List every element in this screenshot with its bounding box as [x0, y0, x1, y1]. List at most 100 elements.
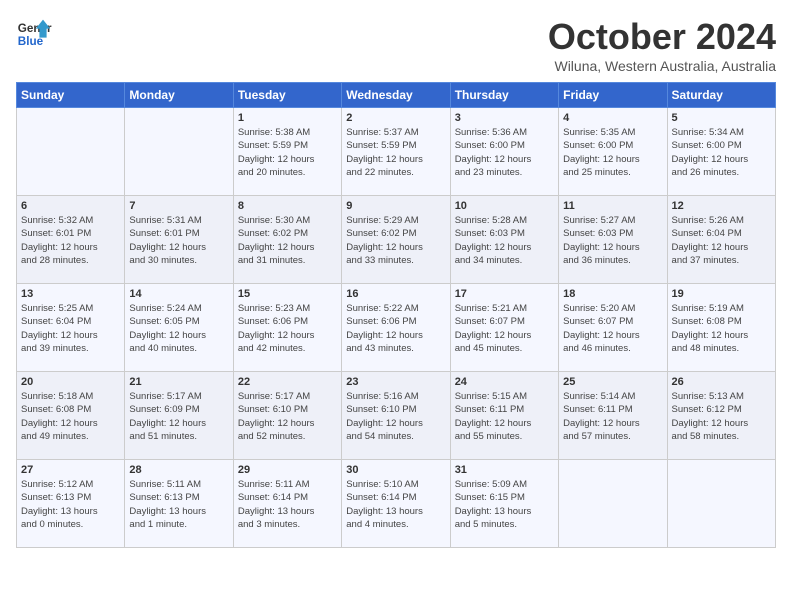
- calendar-cell: 20Sunrise: 5:18 AM Sunset: 6:08 PM Dayli…: [17, 372, 125, 460]
- col-header-tuesday: Tuesday: [233, 83, 341, 108]
- calendar-cell: 9 Sunrise: 5:29 AM Sunset: 6:02 PM Daylig…: [342, 196, 450, 284]
- day-number: 27: [21, 464, 120, 476]
- day-number: 4: [563, 112, 662, 124]
- day-number: 18: [563, 288, 662, 300]
- day-info: Sunrise: 5:21 AM Sunset: 6:07 PM Dayligh…: [455, 302, 554, 355]
- day-number: 30: [346, 464, 445, 476]
- col-header-friday: Friday: [559, 83, 667, 108]
- calendar-week-row: 1 Sunrise: 5:38 AM Sunset: 5:59 PM Daylig…: [17, 108, 776, 196]
- day-number: 1: [238, 112, 337, 124]
- day-info: Sunrise: 5:17 AM Sunset: 6:10 PM Dayligh…: [238, 390, 337, 443]
- title-block: October 2024 Wiluna, Western Australia, …: [548, 16, 776, 74]
- calendar-cell: 7 Sunrise: 5:31 AM Sunset: 6:01 PM Daylig…: [125, 196, 233, 284]
- day-info: Sunrise: 5:19 AM Sunset: 6:08 PM Dayligh…: [672, 302, 771, 355]
- calendar-cell: 11 Sunrise: 5:27 AM Sunset: 6:03 PM Dayli…: [559, 196, 667, 284]
- calendar-cell: 30 Sunrise: 5:10 AM Sunset: 6:14 PM Dayli…: [342, 460, 450, 548]
- day-info: Sunrise: 5:10 AM Sunset: 6:14 PM Dayligh…: [346, 478, 445, 531]
- day-number: 7: [129, 200, 228, 212]
- col-header-sunday: Sunday: [17, 83, 125, 108]
- calendar-cell: 6 Sunrise: 5:32 AM Sunset: 6:01 PM Daylig…: [17, 196, 125, 284]
- col-header-wednesday: Wednesday: [342, 83, 450, 108]
- day-number: 10: [455, 200, 554, 212]
- location-subtitle: Wiluna, Western Australia, Australia: [548, 58, 776, 74]
- month-title: October 2024: [548, 16, 776, 58]
- day-info: Sunrise: 5:24 AM Sunset: 6:05 PM Dayligh…: [129, 302, 228, 355]
- day-number: 5: [672, 112, 771, 124]
- calendar-cell: 22 Sunrise: 5:17 AM Sunset: 6:10 PM Dayli…: [233, 372, 341, 460]
- day-number: 3: [455, 112, 554, 124]
- calendar-cell: 23 Sunrise: 5:16 AM Sunset: 6:10 PM Dayli…: [342, 372, 450, 460]
- day-number: 2: [346, 112, 445, 124]
- day-info: Sunrise: 5:16 AM Sunset: 6:10 PM Dayligh…: [346, 390, 445, 443]
- calendar-cell: 13 Sunrise: 5:25 AM Sunset: 6:04 PM Dayli…: [17, 284, 125, 372]
- col-header-monday: Monday: [125, 83, 233, 108]
- day-number: 21: [129, 376, 228, 388]
- calendar-cell: [559, 460, 667, 548]
- calendar-cell: 18 Sunrise: 5:20 AM Sunset: 6:07 PM Dayli…: [559, 284, 667, 372]
- day-info: Sunrise: 5:11 AM Sunset: 6:14 PM Dayligh…: [238, 478, 337, 531]
- day-number: 11: [563, 200, 662, 212]
- svg-text:General: General: [18, 22, 52, 35]
- day-info: Sunrise: 5:31 AM Sunset: 6:01 PM Dayligh…: [129, 214, 228, 267]
- day-info: Sunrise: 5:25 AM Sunset: 6:04 PM Dayligh…: [21, 302, 120, 355]
- day-number: 9: [346, 200, 445, 212]
- day-info: Sunrise: 5:30 AM Sunset: 6:02 PM Dayligh…: [238, 214, 337, 267]
- calendar-week-row: 6 Sunrise: 5:32 AM Sunset: 6:01 PM Daylig…: [17, 196, 776, 284]
- calendar-week-row: 27 Sunrise: 5:12 AM Sunset: 6:13 PM Dayli…: [17, 460, 776, 548]
- calendar-header-row: SundayMondayTuesdayWednesdayThursdayFrid…: [17, 83, 776, 108]
- day-info: Sunrise: 5:12 AM Sunset: 6:13 PM Dayligh…: [21, 478, 120, 531]
- calendar-cell: 24 Sunrise: 5:15 AM Sunset: 6:11 PM Dayli…: [450, 372, 558, 460]
- day-info: Sunrise: 5:35 AM Sunset: 6:00 PM Dayligh…: [563, 126, 662, 179]
- day-number: 6: [21, 200, 120, 212]
- day-number: 13: [21, 288, 120, 300]
- day-info: Sunrise: 5:09 AM Sunset: 6:15 PM Dayligh…: [455, 478, 554, 531]
- calendar-cell: 14 Sunrise: 5:24 AM Sunset: 6:05 PM Dayli…: [125, 284, 233, 372]
- day-info: Sunrise: 5:23 AM Sunset: 6:06 PM Dayligh…: [238, 302, 337, 355]
- day-info: Sunrise: 5:17 AM Sunset: 6:09 PM Dayligh…: [129, 390, 228, 443]
- calendar-cell: 5 Sunrise: 5:34 AM Sunset: 6:00 PM Daylig…: [667, 108, 775, 196]
- day-info: Sunrise: 5:11 AM Sunset: 6:13 PM Dayligh…: [129, 478, 228, 531]
- day-number: 31: [455, 464, 554, 476]
- calendar-cell: 29 Sunrise: 5:11 AM Sunset: 6:14 PM Dayli…: [233, 460, 341, 548]
- day-info: Sunrise: 5:13 AM Sunset: 6:12 PM Dayligh…: [672, 390, 771, 443]
- day-info: Sunrise: 5:34 AM Sunset: 6:00 PM Dayligh…: [672, 126, 771, 179]
- calendar-cell: 1 Sunrise: 5:38 AM Sunset: 5:59 PM Daylig…: [233, 108, 341, 196]
- day-number: 16: [346, 288, 445, 300]
- calendar-week-row: 20Sunrise: 5:18 AM Sunset: 6:08 PM Dayli…: [17, 372, 776, 460]
- calendar-table: SundayMondayTuesdayWednesdayThursdayFrid…: [16, 82, 776, 548]
- calendar-cell: [667, 460, 775, 548]
- calendar-cell: 25 Sunrise: 5:14 AM Sunset: 6:11 PM Dayli…: [559, 372, 667, 460]
- day-info: Sunrise: 5:38 AM Sunset: 5:59 PM Dayligh…: [238, 126, 337, 179]
- calendar-cell: [17, 108, 125, 196]
- day-number: 23: [346, 376, 445, 388]
- day-info: Sunrise: 5:37 AM Sunset: 5:59 PM Dayligh…: [346, 126, 445, 179]
- day-number: 26: [672, 376, 771, 388]
- page-header: General Blue October 2024 Wiluna, Wester…: [16, 16, 776, 74]
- calendar-cell: 27 Sunrise: 5:12 AM Sunset: 6:13 PM Dayli…: [17, 460, 125, 548]
- calendar-cell: 2 Sunrise: 5:37 AM Sunset: 5:59 PM Daylig…: [342, 108, 450, 196]
- calendar-cell: 3Sunrise: 5:36 AM Sunset: 6:00 PM Daylig…: [450, 108, 558, 196]
- calendar-cell: 16 Sunrise: 5:22 AM Sunset: 6:06 PM Dayli…: [342, 284, 450, 372]
- day-info: Sunrise: 5:26 AM Sunset: 6:04 PM Dayligh…: [672, 214, 771, 267]
- day-info: Sunrise: 5:28 AM Sunset: 6:03 PM Dayligh…: [455, 214, 554, 267]
- day-number: 22: [238, 376, 337, 388]
- day-number: 12: [672, 200, 771, 212]
- calendar-cell: 21 Sunrise: 5:17 AM Sunset: 6:09 PM Dayli…: [125, 372, 233, 460]
- day-number: 25: [563, 376, 662, 388]
- day-info: Sunrise: 5:29 AM Sunset: 6:02 PM Dayligh…: [346, 214, 445, 267]
- calendar-week-row: 13 Sunrise: 5:25 AM Sunset: 6:04 PM Dayli…: [17, 284, 776, 372]
- calendar-cell: 8Sunrise: 5:30 AM Sunset: 6:02 PM Daylig…: [233, 196, 341, 284]
- col-header-saturday: Saturday: [667, 83, 775, 108]
- day-info: Sunrise: 5:14 AM Sunset: 6:11 PM Dayligh…: [563, 390, 662, 443]
- day-number: 29: [238, 464, 337, 476]
- day-number: 19: [672, 288, 771, 300]
- day-info: Sunrise: 5:22 AM Sunset: 6:06 PM Dayligh…: [346, 302, 445, 355]
- day-info: Sunrise: 5:27 AM Sunset: 6:03 PM Dayligh…: [563, 214, 662, 267]
- day-info: Sunrise: 5:20 AM Sunset: 6:07 PM Dayligh…: [563, 302, 662, 355]
- calendar-cell: 19 Sunrise: 5:19 AM Sunset: 6:08 PM Dayli…: [667, 284, 775, 372]
- day-info: Sunrise: 5:32 AM Sunset: 6:01 PM Dayligh…: [21, 214, 120, 267]
- day-info: Sunrise: 5:15 AM Sunset: 6:11 PM Dayligh…: [455, 390, 554, 443]
- calendar-cell: 26 Sunrise: 5:13 AM Sunset: 6:12 PM Dayli…: [667, 372, 775, 460]
- day-number: 14: [129, 288, 228, 300]
- day-number: 24: [455, 376, 554, 388]
